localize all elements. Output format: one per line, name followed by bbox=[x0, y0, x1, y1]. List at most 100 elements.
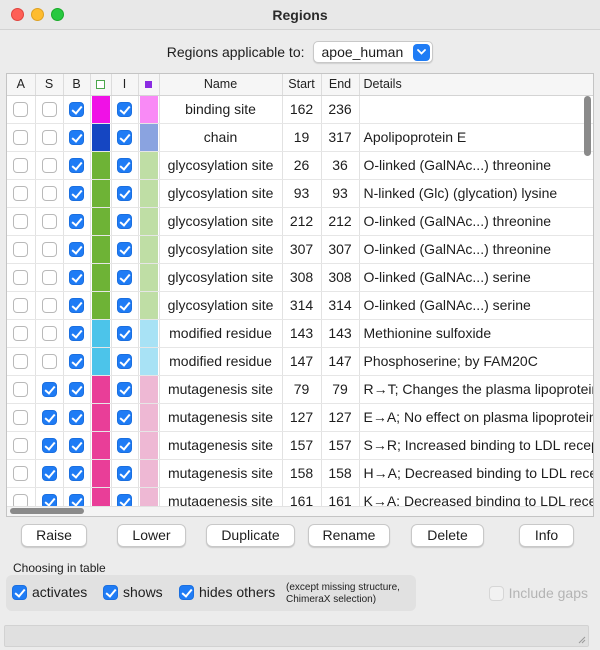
shown-checkbox[interactable] bbox=[41, 214, 57, 230]
column-header-start[interactable]: Start bbox=[282, 74, 322, 96]
delete-button[interactable]: Delete bbox=[411, 524, 484, 547]
hides-others-option[interactable]: hides others bbox=[179, 584, 275, 600]
border-checkbox[interactable] bbox=[69, 326, 84, 342]
border-checkbox[interactable] bbox=[69, 186, 84, 202]
interior-color-swatch[interactable] bbox=[138, 179, 158, 206]
border-checkbox[interactable] bbox=[69, 158, 84, 174]
table-row[interactable]: mutagenesis site 79 79 R→T; Changes the pla… bbox=[7, 375, 593, 404]
table-row[interactable]: mutagenesis site 127 127 E→A; No effect on … bbox=[7, 403, 593, 432]
shown-checkbox[interactable] bbox=[41, 354, 57, 370]
interior-checkbox[interactable] bbox=[117, 410, 132, 426]
active-checkbox[interactable] bbox=[13, 410, 29, 426]
border-color-swatch[interactable] bbox=[90, 319, 110, 346]
border-checkbox[interactable] bbox=[69, 214, 84, 230]
interior-checkbox[interactable] bbox=[117, 354, 132, 370]
border-color-swatch[interactable] bbox=[90, 347, 110, 374]
interior-color-swatch[interactable] bbox=[138, 431, 158, 458]
border-color-swatch[interactable] bbox=[90, 235, 110, 262]
table-row[interactable]: glycosylation site 308 308 O-linked (GalNAc… bbox=[7, 263, 593, 292]
column-header-a[interactable]: A bbox=[7, 74, 36, 96]
duplicate-button[interactable]: Duplicate bbox=[206, 524, 295, 547]
info-button[interactable]: Info bbox=[519, 524, 574, 547]
shown-checkbox[interactable] bbox=[41, 130, 57, 146]
column-header-s[interactable]: S bbox=[35, 74, 64, 96]
column-header-b[interactable]: B bbox=[63, 74, 91, 96]
shown-checkbox[interactable] bbox=[41, 102, 57, 118]
column-header-end[interactable]: End bbox=[321, 74, 360, 96]
interior-checkbox[interactable] bbox=[117, 186, 132, 202]
border-color-swatch[interactable] bbox=[90, 403, 110, 430]
interior-checkbox[interactable] bbox=[117, 158, 132, 174]
active-checkbox[interactable] bbox=[13, 466, 29, 482]
border-checkbox[interactable] bbox=[69, 102, 84, 118]
rename-button[interactable]: Rename bbox=[308, 524, 390, 547]
border-color-swatch[interactable] bbox=[90, 179, 110, 206]
active-checkbox[interactable] bbox=[13, 186, 29, 202]
interior-color-swatch[interactable] bbox=[138, 319, 158, 346]
shown-checkbox[interactable] bbox=[41, 270, 57, 286]
border-checkbox[interactable] bbox=[69, 298, 84, 314]
lower-button[interactable]: Lower bbox=[117, 524, 186, 547]
border-color-swatch[interactable] bbox=[90, 123, 110, 150]
interior-color-swatch[interactable] bbox=[138, 375, 158, 402]
active-checkbox[interactable] bbox=[13, 158, 29, 174]
interior-color-swatch[interactable] bbox=[138, 347, 158, 374]
shown-checkbox[interactable] bbox=[41, 186, 57, 202]
interior-checkbox[interactable] bbox=[117, 270, 132, 286]
border-color-swatch[interactable] bbox=[90, 151, 110, 178]
include-gaps-option[interactable]: Include gaps bbox=[488, 585, 588, 601]
interior-checkbox[interactable] bbox=[117, 214, 132, 230]
interior-checkbox[interactable] bbox=[117, 130, 132, 146]
include-gaps-checkbox[interactable] bbox=[488, 585, 504, 601]
interior-color-swatch[interactable] bbox=[138, 291, 158, 318]
table-row[interactable]: mutagenesis site 157 157 S→R; Increased bin… bbox=[7, 431, 593, 460]
border-checkbox[interactable] bbox=[69, 438, 84, 454]
interior-checkbox[interactable] bbox=[117, 466, 132, 482]
border-checkbox[interactable] bbox=[69, 130, 84, 146]
raise-button[interactable]: Raise bbox=[21, 524, 87, 547]
interior-color-swatch[interactable] bbox=[138, 235, 158, 262]
table-row[interactable]: glycosylation site 307 307 O-linked (GalNAc… bbox=[7, 235, 593, 264]
border-color-swatch[interactable] bbox=[90, 431, 110, 458]
border-checkbox[interactable] bbox=[69, 410, 84, 426]
border-color-swatch[interactable] bbox=[90, 263, 110, 290]
border-checkbox[interactable] bbox=[69, 466, 84, 482]
interior-color-swatch[interactable] bbox=[138, 263, 158, 290]
column-header-interior-color[interactable] bbox=[138, 74, 160, 96]
active-checkbox[interactable] bbox=[13, 326, 29, 342]
active-checkbox[interactable] bbox=[13, 270, 29, 286]
active-checkbox[interactable] bbox=[13, 102, 29, 118]
interior-color-swatch[interactable] bbox=[138, 123, 158, 150]
table-row[interactable]: glycosylation site 314 314 O-linked (GalNAc… bbox=[7, 291, 593, 320]
shown-checkbox[interactable] bbox=[41, 326, 57, 342]
border-color-swatch[interactable] bbox=[90, 291, 110, 318]
shown-checkbox[interactable] bbox=[41, 158, 57, 174]
interior-checkbox[interactable] bbox=[117, 242, 132, 258]
shown-checkbox[interactable] bbox=[41, 298, 57, 314]
column-header-details[interactable]: Details bbox=[359, 74, 593, 96]
shown-checkbox[interactable] bbox=[41, 466, 57, 482]
resize-grip-icon[interactable] bbox=[578, 636, 586, 644]
table-row[interactable]: binding site 162 236 bbox=[7, 95, 593, 124]
table-row[interactable]: glycosylation site 212 212 O-linked (GalNAc… bbox=[7, 207, 593, 236]
active-checkbox[interactable] bbox=[13, 130, 29, 146]
border-color-swatch[interactable] bbox=[90, 459, 110, 486]
shown-checkbox[interactable] bbox=[41, 382, 57, 398]
shows-checkbox[interactable] bbox=[103, 584, 118, 600]
active-checkbox[interactable] bbox=[13, 298, 29, 314]
table-row[interactable]: mutagenesis site 158 158 H→A; Decreased bin… bbox=[7, 459, 593, 488]
interior-color-swatch[interactable] bbox=[138, 95, 158, 122]
active-checkbox[interactable] bbox=[13, 242, 29, 258]
table-row[interactable]: chain 19 317 Apolipoprotein E bbox=[7, 123, 593, 152]
active-checkbox[interactable] bbox=[13, 438, 29, 454]
regions-table[interactable]: A S B I Name Start End Details binding s… bbox=[6, 73, 594, 517]
table-row[interactable]: modified residue 147 147 Phosphoserine; by … bbox=[7, 347, 593, 376]
interior-color-swatch[interactable] bbox=[138, 207, 158, 234]
border-color-swatch[interactable] bbox=[90, 207, 110, 234]
table-row[interactable]: glycosylation site 26 36 O-linked (GalNAc..… bbox=[7, 151, 593, 180]
border-color-swatch[interactable] bbox=[90, 375, 110, 402]
vertical-scrollbar[interactable] bbox=[584, 96, 591, 156]
activates-option[interactable]: activates bbox=[12, 584, 87, 600]
border-color-swatch[interactable] bbox=[90, 95, 110, 122]
active-checkbox[interactable] bbox=[13, 214, 29, 230]
